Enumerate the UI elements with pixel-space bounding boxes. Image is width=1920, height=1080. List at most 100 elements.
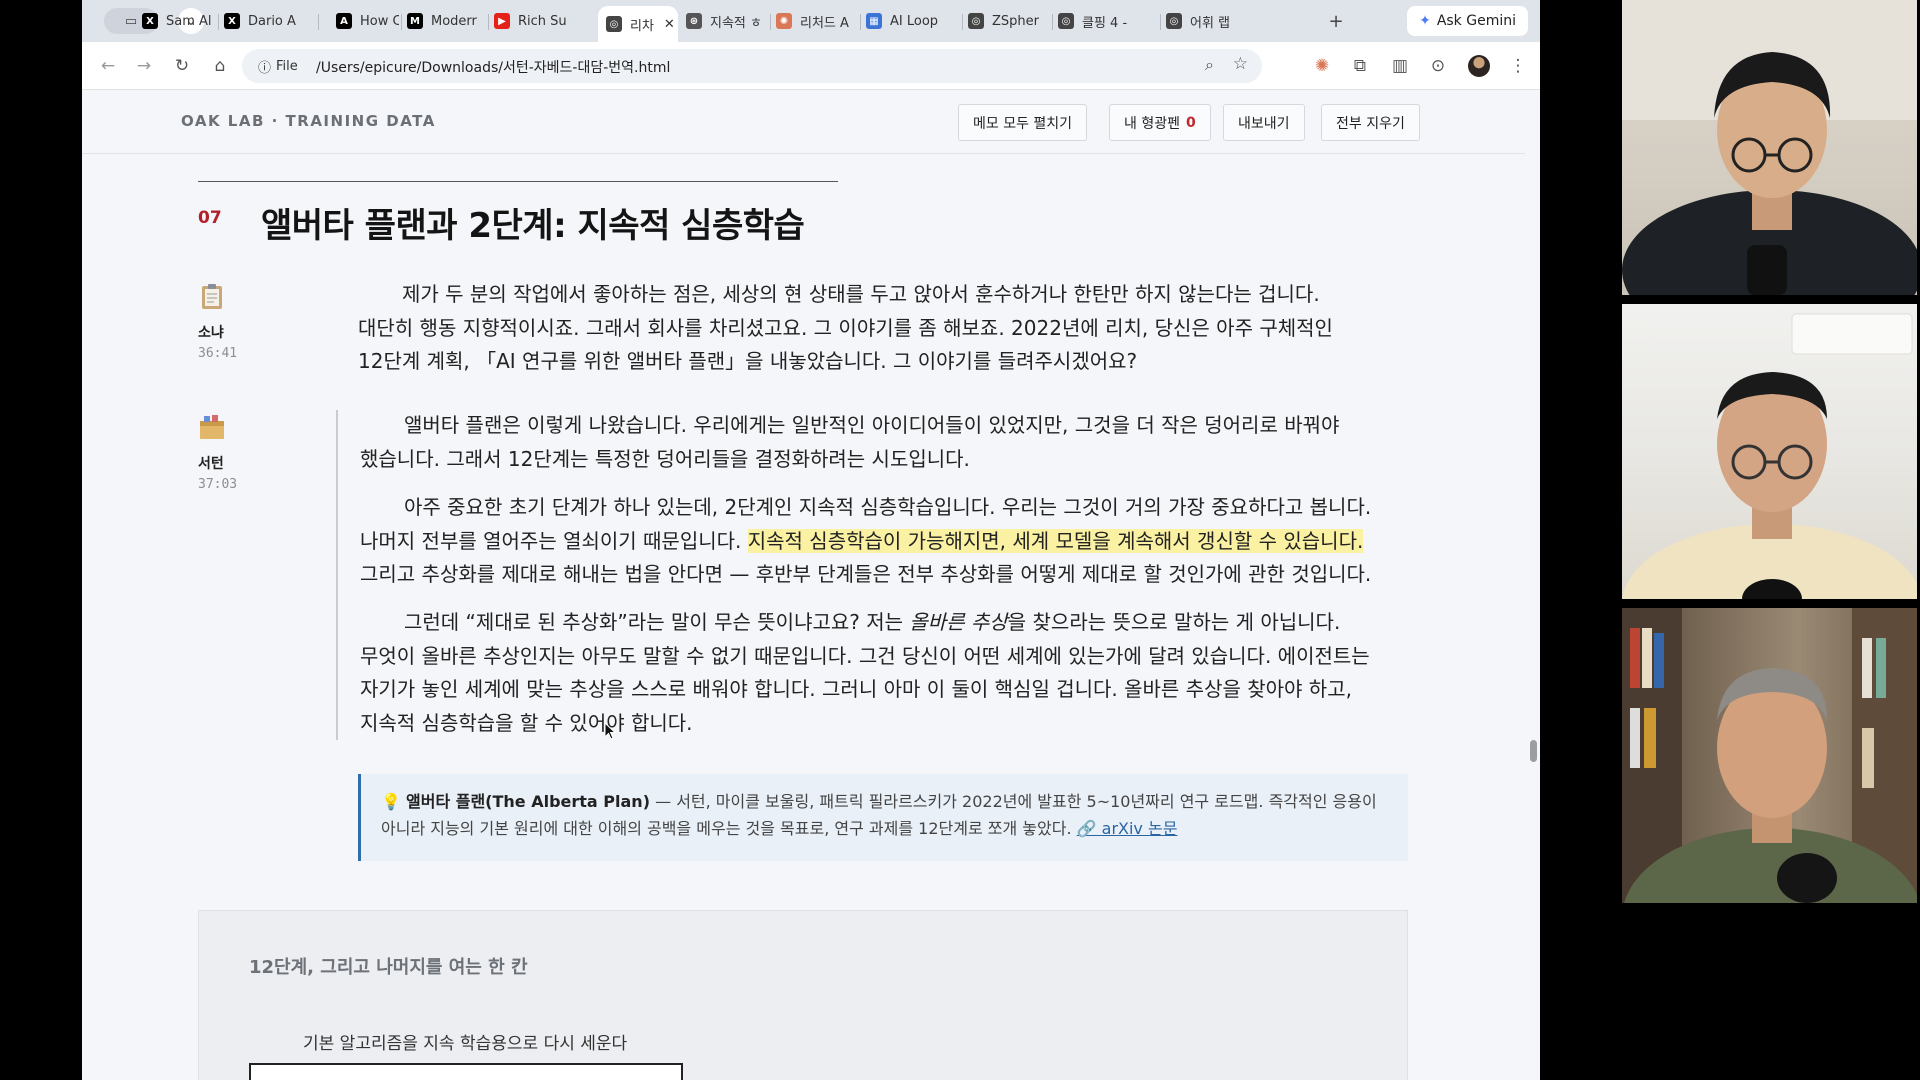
gemini-icon: ✦ (1419, 13, 1431, 29)
expand-memos-button[interactable]: 메모 모두 펼치기 (958, 104, 1088, 141)
close-tab-icon[interactable]: ✕ (664, 17, 675, 32)
text-line: 무엇이 올바른 추상인지는 아무도 말할 수 없기 때문입니다. 그건 당신이 … (360, 643, 1370, 668)
x-logo-icon: X (224, 13, 240, 29)
text-highlight[interactable]: 지속적 심층학습이 가능해지면, 세계 모델을 계속해서 갱신할 수 있습니다. (747, 528, 1364, 553)
text-line: 아주 중요한 초기 단계가 하나 있는데, 2단계인 지속적 심층학습입니다. … (404, 495, 1372, 519)
home-icon[interactable]: ⌂ (208, 54, 232, 78)
browser-tab[interactable]: ◎ 클핑 4 - (1050, 6, 1158, 36)
browser-tab[interactable]: A How Cl (328, 6, 399, 36)
arxiv-link[interactable]: 🔗 arXiv 논문 (1077, 819, 1178, 838)
text-line: 자기가 놓인 세계에 맞는 추상을 스스로 배워야 합니다. 그러니 아마 이 … (360, 677, 1352, 701)
extensions-icon[interactable]: ⧉ (1348, 54, 1372, 78)
step-bar (249, 1063, 683, 1080)
tab-title: Moderr (431, 13, 477, 29)
browser-tab[interactable]: ✺ 리처드 A (768, 6, 858, 36)
site-header: OAK LAB · TRAINING DATA 메모 모두 펼치기 내 형광펜 … (82, 90, 1525, 154)
answer-paragraph: 앨버타 플랜은 이렇게 나왔습니다. 우리에게는 일반적인 아이디어들이 있었지… (360, 409, 1339, 476)
section-number: 07 (198, 208, 222, 228)
text-line: 앨버타 플랜은 이렇게 나왔습니다. 우리에게는 일반적인 아이디어들이 있었지… (404, 413, 1340, 437)
text-line: 12단계 계획, 「AI 연구를 위한 앨버타 플랜」을 내놓았습니다. 그 이… (358, 349, 1138, 373)
link-icon: 🔗 (1076, 819, 1102, 838)
globe-icon: ◎ (1058, 13, 1074, 29)
browser-tab[interactable]: ◎ 어휘 랩 (1158, 6, 1242, 36)
anthropic-logo-icon: A (336, 13, 352, 29)
back-icon[interactable]: ← (96, 54, 120, 78)
ask-gemini-label: Ask Gemini (1436, 13, 1516, 29)
browser-tab[interactable]: ⊛ 지속적 ㅎ (678, 6, 768, 36)
text-line: 지속적 심층학습을 할 수 있어야 합니다. (360, 710, 693, 735)
x-logo-icon: X (142, 13, 158, 29)
ask-gemini-button[interactable]: ✦ Ask Gemini (1407, 6, 1528, 36)
site-info-label: File (276, 58, 298, 74)
section-divider (198, 181, 838, 182)
globe-icon: ◎ (1166, 13, 1182, 29)
speaker-sonya: 소냐 36:41 (198, 282, 278, 361)
tab-title: AI Loop (890, 13, 939, 29)
person-figure (1622, 0, 1917, 295)
answer-paragraph: 아주 중요한 초기 단계가 하나 있는데, 2단계인 지속적 심층학습입니다. … (360, 491, 1371, 592)
tab-title: 리차 (630, 18, 654, 34)
new-tab-button[interactable]: + (1324, 8, 1348, 34)
lens-icon[interactable]: ⊙ (1426, 54, 1450, 78)
lightbulb-icon: 💡 (381, 792, 401, 811)
tab-title: Dario A (248, 13, 296, 29)
claude-icon: ✺ (776, 13, 792, 29)
tab-title: 어휘 랩 (1190, 15, 1231, 31)
tab-title: How Cl (360, 13, 399, 29)
browser-tab[interactable]: X Sam Al (134, 6, 216, 36)
question-paragraph: 제가 두 분의 작업에서 좋아하는 점은, 세상의 현 상태를 두고 앉아서 훈… (358, 278, 1333, 379)
speaker-name: 서턴 (198, 456, 224, 472)
speaker-timestamp[interactable]: 37:03 (198, 477, 278, 492)
forward-icon[interactable]: → (132, 54, 156, 78)
annotation-note: 💡 앨버타 플랜(The Alberta Plan) — 서턴, 마이클 보울링… (358, 774, 1408, 861)
reload-icon[interactable]: ↻ (170, 54, 194, 78)
browser-tab[interactable]: ▶ Rich Su (486, 6, 581, 36)
zoom-icon[interactable]: ⌕ (1205, 55, 1214, 75)
browser-tab[interactable]: ▦ AI Loop (858, 6, 960, 36)
tab-strip: ▭ ⌄ XSam AlXDario AAHow ClMModerr▶Rich S… (82, 0, 1540, 42)
tab-title: Rich Su (518, 13, 567, 29)
mouse-pointer-icon (604, 722, 616, 740)
tab-title: 지속적 ㅎ (710, 15, 762, 31)
text-line: 했습니다. 그래서 12단계는 특정한 덩어리들을 결정화하려는 시도입니다. (360, 446, 970, 471)
browser-toolbar: ← → ↻ ⌂ ⓘ File /Users/epicure/Downloads/… (82, 42, 1540, 90)
clear-all-label: 전부 지우기 (1336, 115, 1405, 132)
clear-all-button[interactable]: 전부 지우기 (1321, 104, 1420, 141)
note-text: 아니라 지능의 기본 원리에 대한 이해의 공백을 메우는 것을 목표로, 연구… (381, 819, 1077, 838)
bookmark-star-icon[interactable]: ☆ (1233, 54, 1248, 74)
browser-tab[interactable]: ◎ ZSpher (960, 6, 1050, 36)
note-text: — 서턴, 마이클 보울링, 패트릭 필라르스키가 2022년에 발표한 5~1… (650, 792, 1377, 811)
browser-tab[interactable]: ◎ 리차 ✕ (598, 6, 678, 42)
globe-icon: ◎ (606, 16, 622, 32)
page-content: OAK LAB · TRAINING DATA 메모 모두 펼치기 내 형광펜 … (82, 90, 1540, 1080)
browser-tab[interactable]: X Dario A (216, 6, 316, 36)
page-scrollbar-thumb[interactable] (1530, 740, 1537, 762)
speaker-timestamp[interactable]: 36:41 (198, 346, 278, 361)
video-participant-1 (1622, 0, 1917, 295)
site-info-chip[interactable]: ⓘ File (250, 56, 306, 76)
person-figure (1622, 608, 1917, 903)
url-text[interactable]: /Users/epicure/Downloads/서턴-자베드-대담-번역.ht… (316, 57, 670, 77)
claude-extension-icon[interactable]: ✺ (1310, 54, 1334, 78)
my-highlighter-button[interactable]: 내 형광펜 0 (1109, 104, 1211, 141)
menu-kebab-icon[interactable]: ⋮ (1506, 54, 1530, 78)
note-title: 앨버타 플랜(The Alberta Plan) (406, 792, 651, 811)
address-bar[interactable]: ⓘ File /Users/epicure/Downloads/서턴-자베드-대… (242, 49, 1262, 83)
video-participant-2 (1622, 304, 1917, 599)
text-line: 그런데 “제대로 된 추상화”라는 말이 무슨 뜻이냐고요? 저는 올바른 추상… (404, 610, 1341, 634)
export-button[interactable]: 내보내기 (1223, 104, 1305, 141)
reading-mode-icon[interactable]: ▥ (1388, 54, 1412, 78)
emphasis-text: 올바른 추상 (909, 610, 1008, 634)
tab-title: 클핑 4 - (1082, 15, 1128, 31)
browser-tab[interactable]: M Moderr (399, 6, 486, 36)
expand-memos-label: 메모 모두 펼치기 (973, 115, 1073, 132)
text-line: 그리고 추상화를 제대로 해내는 법을 안다면 — 후반부 단계들은 전부 추상… (360, 562, 1372, 586)
speaker-sutton: 서턴 37:03 (198, 413, 278, 492)
clipboard-icon (202, 284, 222, 309)
tab-title: ZSpher (992, 13, 1039, 29)
info-icon: ⓘ (258, 60, 272, 76)
step-label: 기본 알고리즘을 지속 학습용으로 다시 세운다 (303, 1034, 628, 1054)
site-brand: OAK LAB · TRAINING DATA (181, 112, 436, 130)
profile-avatar[interactable] (1468, 55, 1490, 77)
tab-title: 리처드 A (800, 15, 849, 31)
